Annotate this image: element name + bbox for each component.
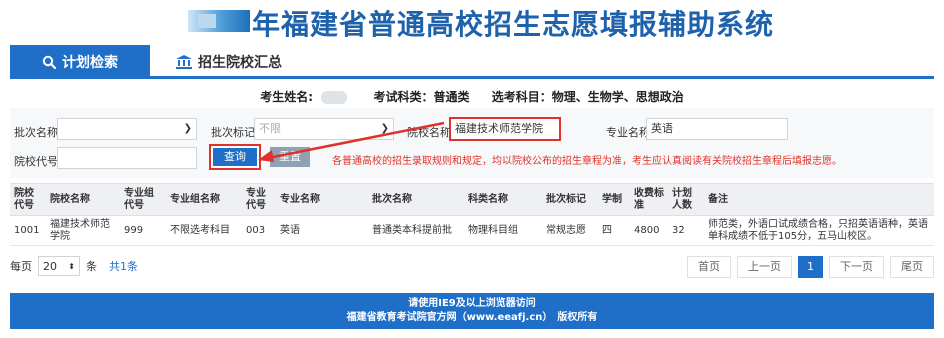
candidate-name-label: 考生姓名: [260, 90, 314, 104]
school-code-input[interactable] [57, 147, 197, 169]
col-header: 计划人数 [668, 183, 704, 216]
subject-type: 考试科类：普通类 [373, 90, 470, 104]
cell-major-name: 英语 [276, 215, 368, 246]
cell-remarks: 师范类，外语口试成绩合格，只招英语语种，英语单科成绩不低于105分，五马山校区。 [704, 215, 934, 246]
browser-notice: 请使用IE9及以上浏览器访问 [408, 298, 536, 309]
cell-school-code: 1001 [10, 215, 46, 246]
current-page-button[interactable]: 1 [798, 256, 823, 278]
reset-button[interactable]: 重置 [270, 147, 310, 167]
cell-group-name: 不限选考科目 [166, 215, 242, 246]
page-title: 年福建省普通高校招生志愿填报辅助系统 [252, 8, 775, 41]
search-icon [42, 55, 56, 69]
major-name-label: 专业名称 [606, 126, 650, 139]
results-table: 院校代号 院校名称 专业组代号 专业组名称 专业代号 专业名称 批次名称 科类名… [10, 183, 934, 246]
school-name-input[interactable]: 福建技术师范学院 [449, 117, 561, 141]
cell-group-code: 999 [120, 215, 166, 246]
batch-label: 批次名称 [14, 126, 58, 139]
tab-label: 招生院校汇总 [198, 55, 282, 71]
cell-fee: 4800 [630, 215, 668, 246]
chevron-down-icon: ❯ [183, 123, 192, 134]
school-code-label: 院校代号 [14, 155, 58, 168]
col-header: 院校名称 [46, 183, 120, 216]
col-header: 院校代号 [10, 183, 46, 216]
batch-select[interactable]: ❯ [57, 118, 197, 140]
school-name-label: 院校名称 [407, 126, 451, 139]
redacted-name [321, 91, 348, 104]
col-header: 专业名称 [276, 183, 368, 216]
col-header: 批次名称 [368, 183, 464, 216]
last-page-button[interactable]: 尾页 [890, 256, 934, 278]
page-footer: 请使用IE9及以上浏览器访问 福建省教育考试院官方网（www.eeafj.cn）… [10, 293, 934, 329]
cell-major-code: 003 [242, 215, 276, 246]
redacted-year-mask [188, 10, 250, 32]
search-form: 批次名称 ❯ 批次标记 不限 ❯ 院校名称 福建技术师范学院 专业名称 英语 院… [10, 108, 934, 178]
tab-plan-search[interactable]: 计划检索 [10, 45, 150, 79]
col-header: 学制 [598, 183, 630, 216]
col-header: 专业组代号 [120, 183, 166, 216]
copyright: 福建省教育考试院官方网（www.eeafj.cn） 版权所有 [346, 312, 598, 323]
candidate-info: 考生姓名: 考试科类：普通类 选考科目：物理、生物学、思想政治 [0, 88, 944, 105]
pagination: 首页 上一页 1 下一页 尾页 [687, 256, 934, 278]
cell-plan-count: 32 [668, 215, 704, 246]
next-page-button[interactable]: 下一页 [829, 256, 884, 278]
query-button[interactable]: 查询 [209, 144, 261, 170]
col-header: 专业组名称 [166, 183, 242, 216]
batch-mark-label: 批次标记 [211, 126, 255, 139]
per-page-label: 每页 [10, 260, 32, 273]
total-count: 共1条 [109, 260, 138, 273]
chevron-down-icon: ❯ [380, 123, 389, 134]
table-header-row: 院校代号 院校名称 专业组代号 专业组名称 专业代号 专业名称 批次名称 科类名… [10, 183, 934, 216]
notice-text: 各普通高校的招生录取规则和规定，均以院校公布的招生章程为准，考生应认真阅读有关院… [332, 156, 842, 167]
tab-label: 计划检索 [62, 55, 118, 71]
tab-school-summary[interactable]: 招生院校汇总 [176, 45, 282, 79]
page-size-select[interactable]: 20 ⬍ [38, 256, 80, 276]
page-header: 年福建省普通高校招生志愿填报辅助系统 [0, 0, 944, 42]
cell-batch-name: 普通类本科提前批 [368, 215, 464, 246]
col-header: 批次标记 [542, 183, 598, 216]
batch-mark-select[interactable]: 不限 ❯ [254, 118, 394, 140]
tab-bar: 计划检索 招生院校汇总 [10, 45, 934, 79]
stepper-icon: ⬍ [68, 261, 75, 271]
page-size-control: 每页 20 ⬍ 条 共1条 [10, 256, 138, 276]
unit-label: 条 [86, 260, 97, 273]
col-header: 科类名称 [464, 183, 542, 216]
col-header: 备注 [704, 183, 934, 216]
col-header: 收费标准 [630, 183, 668, 216]
cell-batch-mark: 常规志愿 [542, 215, 598, 246]
col-header: 专业代号 [242, 183, 276, 216]
cell-school-name: 福建技术师范学院 [46, 215, 120, 246]
bank-icon [176, 55, 192, 69]
table-row: 1001 福建技术师范学院 999 不限选考科目 003 英语 普通类本科提前批… [10, 215, 934, 246]
cell-duration: 四 [598, 215, 630, 246]
prev-page-button[interactable]: 上一页 [737, 256, 792, 278]
elective-subjects: 选考科目：物理、生物学、思想政治 [491, 90, 684, 104]
major-name-input[interactable]: 英语 [646, 118, 788, 140]
cell-category: 物理科目组 [464, 215, 542, 246]
first-page-button[interactable]: 首页 [687, 256, 731, 278]
